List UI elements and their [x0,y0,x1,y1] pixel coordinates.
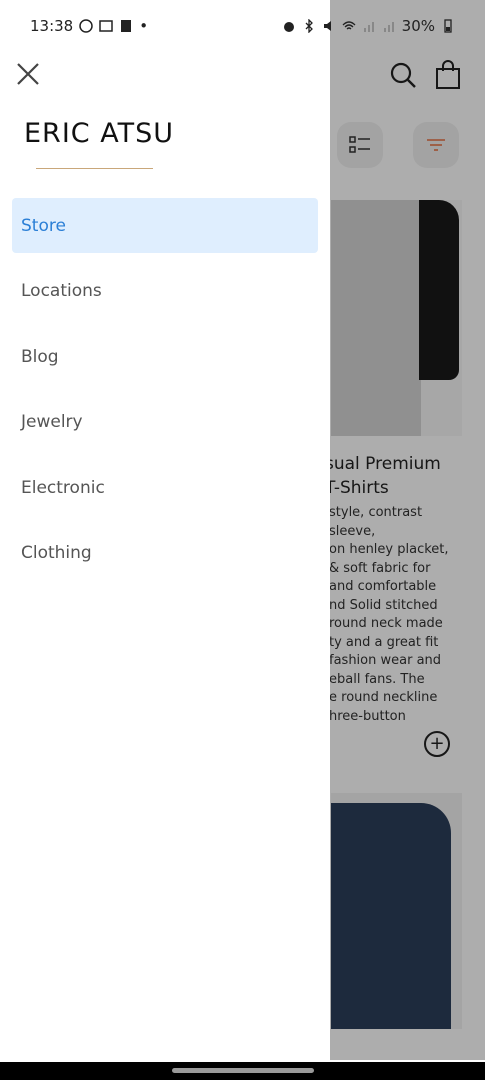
menu-item-jewelry[interactable]: Jewelry [12,395,318,450]
brand-title: ERIC ATSU [24,118,174,149]
gallery-icon [99,20,113,32]
menu-item-blog[interactable]: Blog [12,329,318,384]
home-gesture-handle[interactable] [172,1068,314,1073]
whatsapp-icon [79,19,93,33]
menu-item-store[interactable]: Store [12,198,318,253]
signal-2-icon [383,22,394,32]
status-bar: 13:38 • 30% [0,0,485,52]
mute-icon [323,21,331,31]
navigation-drawer: ERIC ATSU Store Locations Blog Jewelry E… [0,0,330,1062]
wifi-icon [342,21,356,30]
menu-item-locations[interactable]: Locations [12,264,318,319]
menu-item-clothing[interactable]: Clothing [12,526,318,581]
close-icon[interactable] [14,60,42,88]
more-notifications-dot-icon: • [139,17,149,35]
system-navigation-bar [0,1062,485,1080]
signal-icon [363,22,374,32]
drawer-menu: Store Locations Blog Jewelry Electronic … [12,198,318,591]
battery-icon [444,19,452,33]
alarm-icon [283,22,294,32]
bluetooth-icon [305,19,313,33]
brand-divider [36,168,153,169]
battery-percent: 30% [401,17,435,35]
menu-item-electronic[interactable]: Electronic [12,460,318,515]
app-notification-icon [121,20,132,32]
status-time: 13:38 [30,17,74,35]
